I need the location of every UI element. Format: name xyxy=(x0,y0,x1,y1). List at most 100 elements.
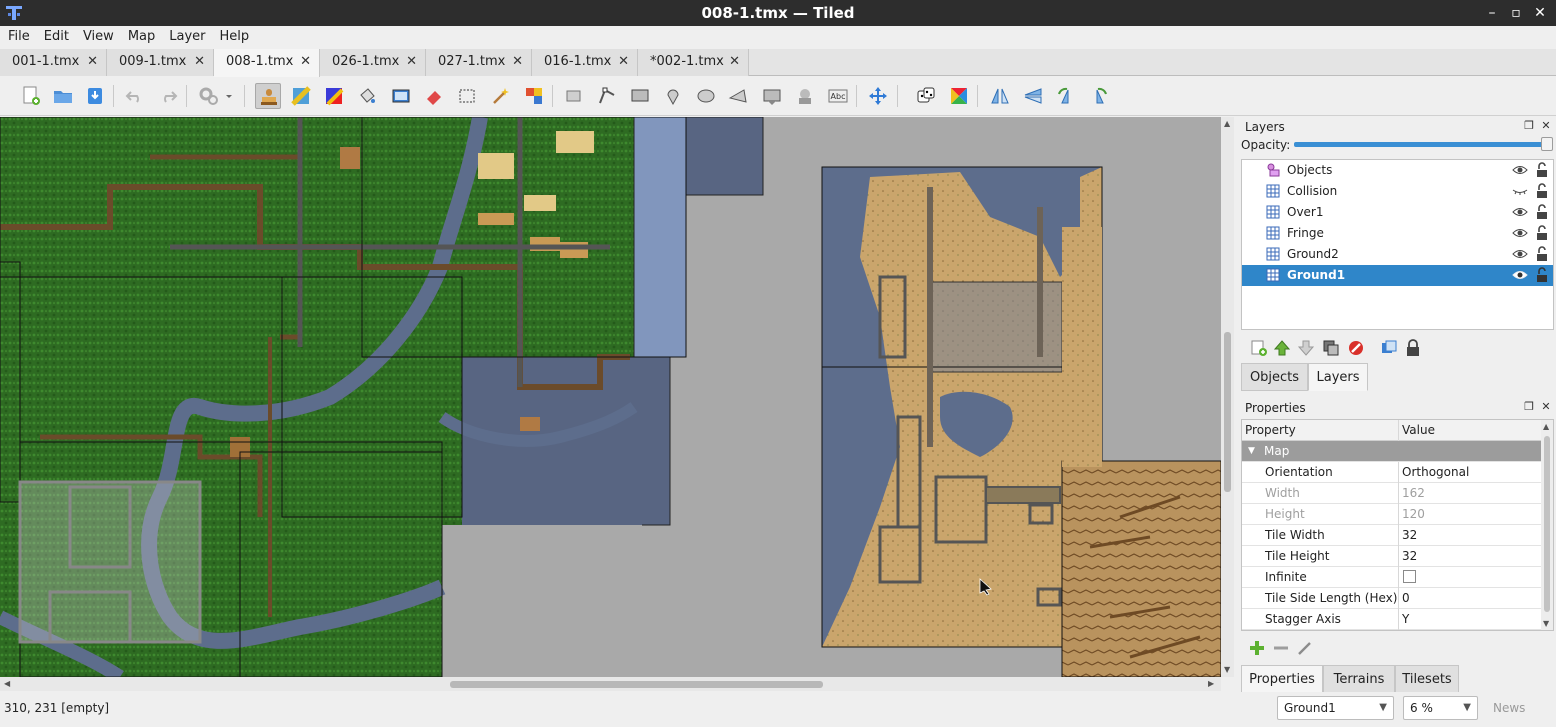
property-row-tile-width[interactable]: Tile Width 32 xyxy=(1242,525,1541,546)
tab-001-1[interactable]: 001-1.tmx ✕ xyxy=(0,49,107,76)
stamp-brush-tool[interactable] xyxy=(255,83,281,109)
layer-row-collision[interactable]: Collision xyxy=(1242,181,1553,202)
layer-row-ground1[interactable]: Ground1 xyxy=(1242,265,1553,286)
scroll-down-icon[interactable]: ▼ xyxy=(1224,665,1230,674)
world-map-view[interactable] xyxy=(0,117,1221,677)
property-value[interactable]: Y xyxy=(1402,609,1409,629)
tab-terrains[interactable]: Terrains xyxy=(1323,665,1395,693)
tab-016-1[interactable]: 016-1.tmx ✕ xyxy=(532,49,638,76)
layer-row-objects[interactable]: Objects xyxy=(1242,160,1553,181)
scroll-up-icon[interactable]: ▲ xyxy=(1543,422,1549,431)
rectangular-select-tool[interactable] xyxy=(454,83,480,109)
wang-fill-mode-button[interactable] xyxy=(946,83,972,109)
opacity-slider-handle[interactable] xyxy=(1541,137,1553,151)
close-icon[interactable]: ✕ xyxy=(729,49,740,75)
select-objects-tool[interactable] xyxy=(561,83,587,109)
minimize-button[interactable]: – xyxy=(1482,3,1502,23)
unlocked-icon[interactable] xyxy=(1536,267,1548,283)
visible-eye-icon[interactable] xyxy=(1512,227,1528,239)
visible-eye-icon[interactable] xyxy=(1512,164,1528,176)
tab-027-1[interactable]: 027-1.tmx ✕ xyxy=(426,49,532,76)
close-icon[interactable]: ✕ xyxy=(194,49,205,75)
property-row-tile-side-length[interactable]: Tile Side Length (Hex) 0 xyxy=(1242,588,1541,609)
commands-button[interactable] xyxy=(195,83,235,109)
remove-property-icon[interactable] xyxy=(1272,639,1290,657)
insert-text-tool[interactable]: Abc xyxy=(825,83,851,109)
menu-layer[interactable]: Layer xyxy=(161,26,211,46)
magic-wand-tool[interactable] xyxy=(487,83,513,109)
flip-horizontal-button[interactable] xyxy=(987,83,1013,109)
insert-polygon-tool[interactable] xyxy=(725,83,751,109)
rotate-left-button[interactable] xyxy=(1053,83,1079,109)
scroll-down-icon[interactable]: ▼ xyxy=(1543,619,1549,628)
property-row-stagger-axis[interactable]: Stagger Axis Y xyxy=(1242,609,1541,630)
eraser-tool[interactable] xyxy=(421,83,447,109)
maximize-button[interactable]: ▫ xyxy=(1506,3,1526,23)
bucket-fill-tool[interactable] xyxy=(354,83,380,109)
horizontal-scroll-thumb[interactable] xyxy=(450,681,823,688)
insert-rectangle-tool[interactable] xyxy=(627,83,653,109)
tab-026-1[interactable]: 026-1.tmx ✕ xyxy=(320,49,426,76)
visible-eye-icon[interactable] xyxy=(1512,248,1528,260)
unlocked-icon[interactable] xyxy=(1536,225,1548,241)
float-panel-icon[interactable]: ❐ xyxy=(1523,401,1535,413)
column-header-property[interactable]: Property xyxy=(1245,420,1296,440)
insert-template-tool[interactable] xyxy=(792,83,818,109)
unlocked-icon[interactable] xyxy=(1536,162,1548,178)
move-tool[interactable] xyxy=(865,83,891,109)
close-icon[interactable]: ✕ xyxy=(300,49,311,75)
property-row-infinite[interactable]: Infinite xyxy=(1242,567,1541,588)
tab-009-1[interactable]: 009-1.tmx ✕ xyxy=(107,49,214,76)
undo-button[interactable] xyxy=(122,83,148,109)
tab-properties[interactable]: Properties xyxy=(1241,665,1323,693)
menu-view[interactable]: View xyxy=(75,26,120,46)
save-button[interactable] xyxy=(82,83,108,109)
lock-layer-icon[interactable] xyxy=(1404,339,1422,357)
close-icon[interactable]: ✕ xyxy=(87,49,98,75)
layer-row-over1[interactable]: Over1 xyxy=(1242,202,1553,223)
scroll-up-icon[interactable]: ▲ xyxy=(1224,119,1230,128)
lower-layer-icon[interactable] xyxy=(1297,339,1315,357)
property-value[interactable]: 32 xyxy=(1402,525,1417,545)
tab-objects[interactable]: Objects xyxy=(1241,363,1308,391)
scroll-left-icon[interactable]: ◀ xyxy=(4,679,10,688)
add-layer-icon[interactable] xyxy=(1250,339,1268,357)
menu-file[interactable]: File xyxy=(0,26,36,46)
add-property-icon[interactable] xyxy=(1248,639,1266,657)
unlocked-icon[interactable] xyxy=(1536,204,1548,220)
wang-brush-tool[interactable] xyxy=(321,83,347,109)
property-row-orientation[interactable]: Orientation Orthogonal xyxy=(1242,462,1541,483)
close-icon[interactable]: ✕ xyxy=(618,49,629,75)
flip-vertical-button[interactable] xyxy=(1020,83,1046,109)
random-mode-button[interactable] xyxy=(913,83,939,109)
property-row-tile-height[interactable]: Tile Height 32 xyxy=(1242,546,1541,567)
terrain-brush-tool[interactable] xyxy=(288,83,314,109)
layer-row-fringe[interactable]: Fringe xyxy=(1242,223,1553,244)
rename-property-icon[interactable] xyxy=(1296,639,1314,657)
tab-layers[interactable]: Layers xyxy=(1308,363,1368,391)
unlocked-icon[interactable] xyxy=(1536,183,1548,199)
opacity-slider[interactable] xyxy=(1294,142,1547,147)
hidden-eye-icon[interactable] xyxy=(1512,185,1528,197)
raise-layer-icon[interactable] xyxy=(1273,339,1291,357)
select-same-tile-tool[interactable] xyxy=(521,83,547,109)
visible-eye-icon[interactable] xyxy=(1512,269,1528,281)
tab-002-1[interactable]: *002-1.tmx ✕ xyxy=(638,49,749,76)
edit-polygons-tool[interactable] xyxy=(594,83,620,109)
property-value[interactable]: 0 xyxy=(1402,588,1410,608)
insert-ellipse-tool[interactable] xyxy=(693,83,719,109)
map-canvas[interactable] xyxy=(0,117,1221,677)
collapse-arrow-icon[interactable]: ▼ xyxy=(1248,441,1255,461)
property-value[interactable]: Orthogonal xyxy=(1402,462,1469,482)
close-icon[interactable]: ✕ xyxy=(512,49,523,75)
show-hide-other-layers-icon[interactable] xyxy=(1380,339,1398,357)
properties-scroll-thumb[interactable] xyxy=(1544,436,1550,612)
vertical-scroll-thumb[interactable] xyxy=(1224,332,1231,492)
menu-help[interactable]: Help xyxy=(212,26,256,46)
duplicate-layer-icon[interactable] xyxy=(1322,339,1340,357)
scroll-right-icon[interactable]: ▶ xyxy=(1208,679,1214,688)
vertical-scrollbar[interactable]: ▲ ▼ xyxy=(1221,117,1234,677)
unlocked-icon[interactable] xyxy=(1536,246,1548,262)
column-header-value[interactable]: Value xyxy=(1402,420,1435,440)
close-icon[interactable]: ✕ xyxy=(406,49,417,75)
